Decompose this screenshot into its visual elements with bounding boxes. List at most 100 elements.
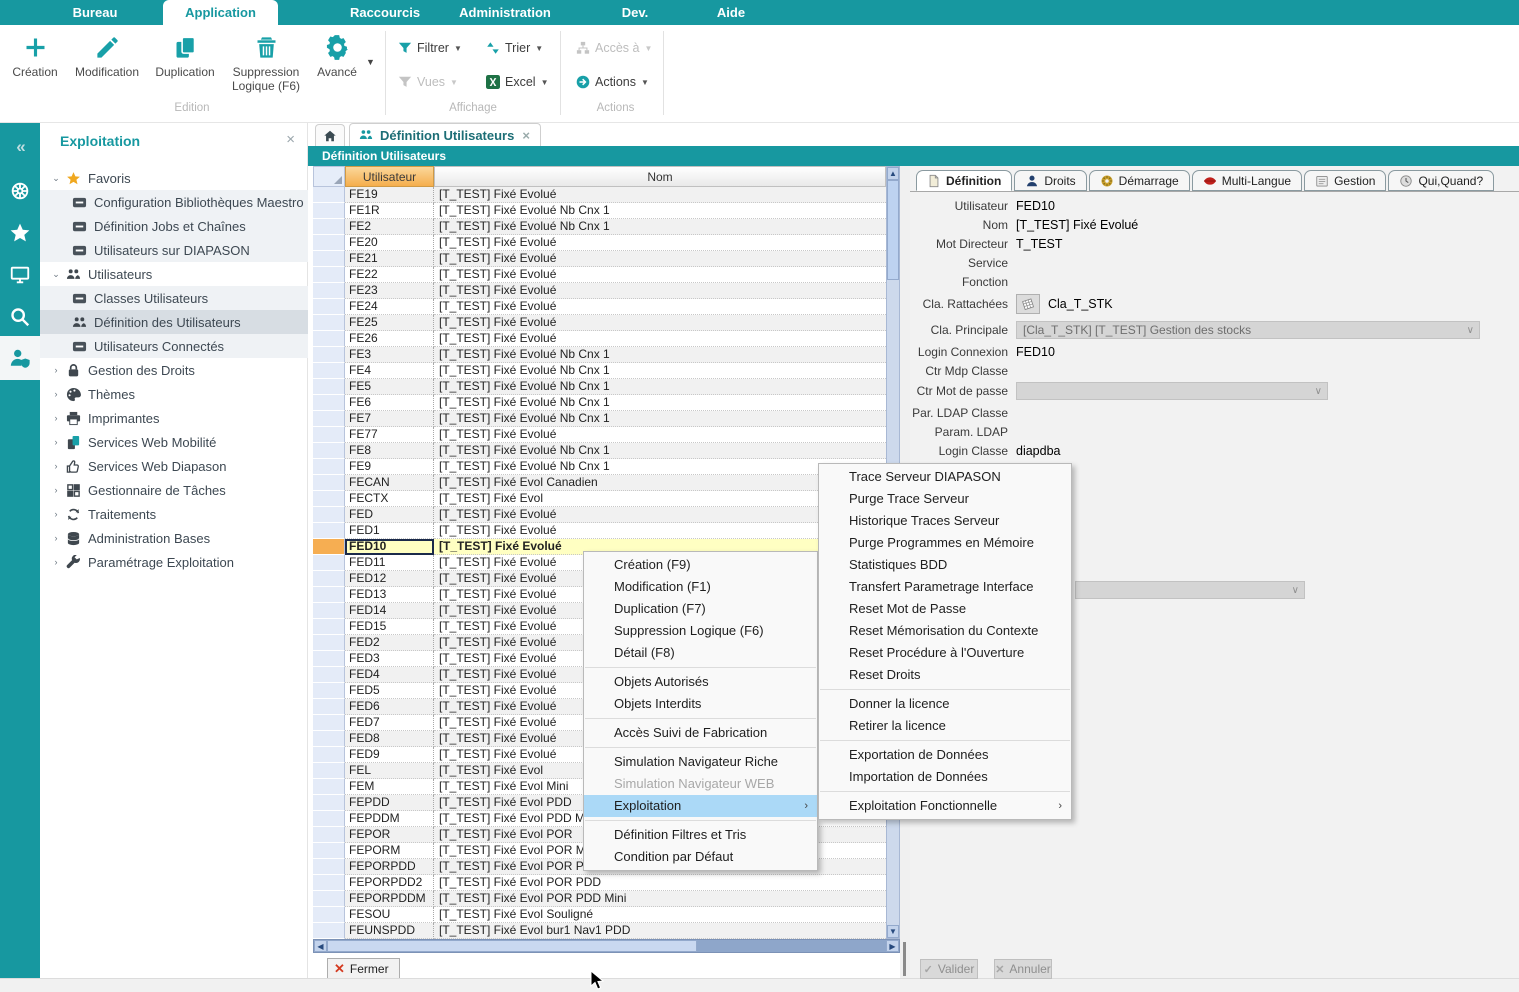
menu-bureau[interactable]: Bureau xyxy=(60,0,130,25)
sidebar-item-classes-utilisateurs[interactable]: Classes Utilisateurs xyxy=(40,286,308,310)
table-row[interactable]: FE6[T_TEST] Fixé Evolué Nb Cnx 1 xyxy=(313,395,886,411)
tree-chevron-icon[interactable]: › xyxy=(50,557,62,567)
cell-utilisateur[interactable]: FEPORPDDM xyxy=(345,891,434,907)
table-row[interactable]: FEUNSPDD[T_TEST] Fixé Evol bur1 Nav1 PDD xyxy=(313,923,886,939)
horizontal-scrollbar[interactable]: ◀ ▶ xyxy=(313,939,900,953)
cell-utilisateur[interactable]: FED15 xyxy=(345,619,434,635)
chevron-down-icon[interactable]: ▼ xyxy=(644,44,652,53)
row-number-cell[interactable] xyxy=(313,683,345,699)
cell-nom[interactable]: [T_TEST] Fixé Evolué xyxy=(434,427,886,443)
tree-chevron-icon[interactable]: › xyxy=(50,533,62,543)
excel-button[interactable]: Excel▼ xyxy=(486,72,549,92)
table-row[interactable]: FE4[T_TEST] Fixé Evolué Nb Cnx 1 xyxy=(313,363,886,379)
detail-tab-droits[interactable]: Droits xyxy=(1014,170,1086,191)
chevron-down-icon[interactable]: ▼ xyxy=(450,78,458,87)
cell-nom[interactable]: [T_TEST] Fixé Evolué xyxy=(434,315,886,331)
sidebar-item-gestion-des-droits[interactable]: ›Gestion des Droits xyxy=(40,358,308,382)
cell-utilisateur[interactable]: FE77 xyxy=(345,427,434,443)
cell-utilisateur[interactable]: FEUNSPDD xyxy=(345,923,434,939)
cell-utilisateur[interactable]: FED11 xyxy=(345,555,434,571)
table-row[interactable]: FE9[T_TEST] Fixé Evolué Nb Cnx 1 xyxy=(313,459,886,475)
detail-tab-multi-langue[interactable]: Multi-Langue xyxy=(1192,170,1302,191)
table-row[interactable]: FED[T_TEST] Fixé Evolué xyxy=(313,507,886,523)
tree-chevron-icon[interactable]: › xyxy=(50,413,62,423)
row-number-cell[interactable] xyxy=(313,331,345,347)
row-number-cell[interactable] xyxy=(313,491,345,507)
cell-nom[interactable]: [T_TEST] Fixé Evol Souligné xyxy=(434,907,886,923)
cell-utilisateur[interactable]: FED1 xyxy=(345,523,434,539)
row-number-cell[interactable] xyxy=(313,859,345,875)
row-number-cell[interactable] xyxy=(313,539,345,555)
sidebar-item-themes[interactable]: ›Thèmes xyxy=(40,382,308,406)
cell-nom[interactable]: [T_TEST] Fixé Evolué Nb Cnx 1 xyxy=(434,411,886,427)
row-number-cell[interactable] xyxy=(313,235,345,251)
sidebar-item-configuration-bibliotheques-maestro[interactable]: Configuration Bibliothèques Maestro xyxy=(40,190,308,214)
row-number-cell[interactable] xyxy=(313,427,345,443)
cell-utilisateur[interactable]: FED4 xyxy=(345,667,434,683)
cell-utilisateur[interactable]: FED14 xyxy=(345,603,434,619)
row-number-cell[interactable] xyxy=(313,363,345,379)
cell-utilisateur[interactable]: FE19 xyxy=(345,187,434,203)
menu-item-donner-la-licence[interactable]: Donner la licence xyxy=(819,693,1071,715)
row-number-cell[interactable] xyxy=(313,715,345,731)
cell-nom[interactable]: [T_TEST] Fixé Evolué Nb Cnx 1 xyxy=(434,379,886,395)
menu-item-purge-programmes-en-memoire[interactable]: Purge Programmes en Mémoire xyxy=(819,532,1071,554)
menu-item-transfert-parametrage-interface[interactable]: Transfert Parametrage Interface xyxy=(819,576,1071,598)
sidebar-item-traitements[interactable]: ›Traitements xyxy=(40,502,308,526)
scroll-right-icon[interactable]: ▶ xyxy=(886,940,899,952)
row-number-cell[interactable] xyxy=(313,907,345,923)
cell-utilisateur[interactable]: FEPORPDD2 xyxy=(345,875,434,891)
cell-nom[interactable]: [T_TEST] Fixé Evolué Nb Cnx 1 xyxy=(434,347,886,363)
row-number-cell[interactable] xyxy=(313,587,345,603)
tree-chevron-icon[interactable]: › xyxy=(50,509,62,519)
detail-tab-qui-quand[interactable]: Qui,Quand? xyxy=(1388,170,1494,191)
rail-user-shield[interactable] xyxy=(0,336,40,380)
row-number-cell[interactable] xyxy=(313,923,345,939)
row-number-cell[interactable] xyxy=(313,827,345,843)
row-number-cell[interactable] xyxy=(313,251,345,267)
row-number-cell[interactable] xyxy=(313,411,345,427)
row-number-cell[interactable] xyxy=(313,795,345,811)
row-number-cell[interactable] xyxy=(313,699,345,715)
cell-nom[interactable]: [T_TEST] Fixé Evolué Nb Cnx 1 xyxy=(434,395,886,411)
cell-utilisateur[interactable]: FED7 xyxy=(345,715,434,731)
table-row[interactable]: FE21[T_TEST] Fixé Evolué xyxy=(313,251,886,267)
cell-utilisateur[interactable]: FE21 xyxy=(345,251,434,267)
menu-item-suppression-logique-f6[interactable]: Suppression Logique (F6) xyxy=(584,620,817,642)
menu-application[interactable]: Application xyxy=(163,0,278,26)
chevron-down-icon[interactable]: ▼ xyxy=(541,78,549,87)
row-number-cell[interactable] xyxy=(313,843,345,859)
cell-utilisateur[interactable]: FE7 xyxy=(345,411,434,427)
cell-utilisateur[interactable]: FE8 xyxy=(345,443,434,459)
tab-close-icon[interactable]: × xyxy=(522,128,530,143)
class-picker-button[interactable] xyxy=(1016,294,1040,314)
cell-utilisateur[interactable]: FE3 xyxy=(345,347,434,363)
table-row[interactable]: FEPORPDD2[T_TEST] Fixé Evol POR PDD xyxy=(313,875,886,891)
cell-utilisateur[interactable]: FE20 xyxy=(345,235,434,251)
row-number-cell[interactable] xyxy=(313,283,345,299)
cell-utilisateur[interactable]: FE5 xyxy=(345,379,434,395)
sidebar-item-services-web-diapason[interactable]: ›Services Web Diapason xyxy=(40,454,308,478)
cell-nom[interactable]: [T_TEST] Fixé Evol bur1 Nav1 PDD xyxy=(434,923,886,939)
table-row[interactable]: FE24[T_TEST] Fixé Evolué xyxy=(313,299,886,315)
actions-button[interactable]: Actions▼ xyxy=(576,72,649,92)
menu-item-condition-par-defaut[interactable]: Condition par Défaut xyxy=(584,846,817,868)
row-number-cell[interactable] xyxy=(313,219,345,235)
row-number-cell[interactable] xyxy=(313,267,345,283)
column-header-utilisateur[interactable]: Utilisateur xyxy=(345,166,434,187)
menu-item-exploitation[interactable]: Exploitation› xyxy=(584,795,817,817)
menu-administration[interactable]: Administration xyxy=(455,0,555,25)
row-number-cell[interactable] xyxy=(313,779,345,795)
cell-utilisateur[interactable]: FEPORPDD xyxy=(345,859,434,875)
menu-item-reset-mot-de-passe[interactable]: Reset Mot de Passe xyxy=(819,598,1071,620)
cell-utilisateur[interactable]: FEPORM xyxy=(345,843,434,859)
row-number-cell[interactable] xyxy=(313,395,345,411)
table-row[interactable]: FECAN[T_TEST] Fixé Evol Canadien xyxy=(313,475,886,491)
menu-item-acces-suivi-de-fabrication[interactable]: Accès Suivi de Fabrication xyxy=(584,722,817,744)
row-number-cell[interactable] xyxy=(313,571,345,587)
scroll-down-icon[interactable]: ▼ xyxy=(887,925,899,938)
sidebar-close-icon[interactable]: × xyxy=(286,131,295,148)
table-row[interactable]: FE2[T_TEST] Fixé Evolué Nb Cnx 1 xyxy=(313,219,886,235)
table-corner-cell[interactable] xyxy=(313,166,345,187)
scroll-left-icon[interactable]: ◀ xyxy=(314,940,327,952)
